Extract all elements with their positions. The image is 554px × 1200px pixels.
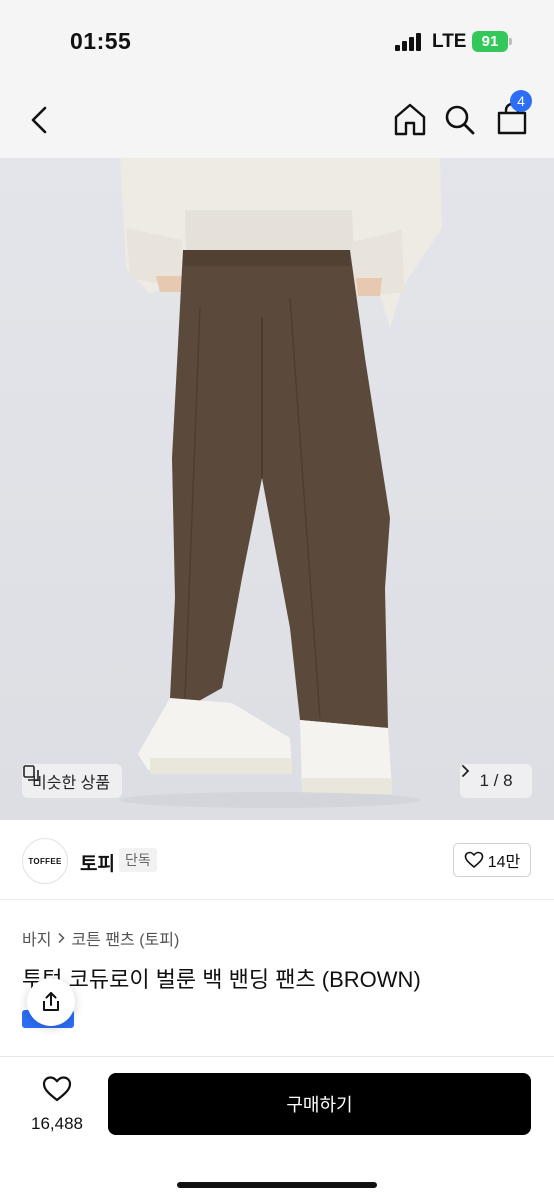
home-button[interactable] <box>390 100 430 140</box>
back-button[interactable] <box>20 100 60 140</box>
battery-icon: 91 <box>472 31 508 52</box>
product-photo <box>120 158 442 808</box>
brand-row: TOFFEE 토피 단독 14만 <box>0 820 554 900</box>
cart-button[interactable]: 4 <box>492 90 532 140</box>
exclusive-badge: 단독 <box>119 848 157 872</box>
status-bar: 01:55 LTE 91 <box>0 0 554 82</box>
heart-icon <box>42 1076 72 1102</box>
image-pager[interactable]: 1 / 8 <box>460 764 532 798</box>
similar-products-button[interactable]: 비슷한 상품 <box>22 764 123 798</box>
home-icon <box>394 103 426 136</box>
chevron-left-icon <box>31 106 47 134</box>
similar-products-label: 비슷한 상품 <box>32 775 111 792</box>
battery-tip <box>509 38 512 45</box>
search-button[interactable] <box>440 100 480 140</box>
wishlist-count: 16,488 <box>31 1114 83 1133</box>
heart-icon <box>464 851 484 868</box>
product-image[interactable]: 비슷한 상품 1 / 8 <box>0 158 554 820</box>
battery-level: 91 <box>481 33 499 50</box>
breadcrumb: 바지 코튼 팬츠 (토피) <box>22 926 179 950</box>
network-label: LTE <box>432 31 467 52</box>
share-button[interactable] <box>27 978 75 1026</box>
bottom-bar: 16,488 구매하기 <box>0 1056 554 1200</box>
product-title: 투턱 코듀로이 벌룬 백 밴딩 팬츠 (BROWN) <box>22 967 421 992</box>
breadcrumb-item[interactable]: 코튼 팬츠 (토피) <box>71 926 179 950</box>
clock: 01:55 <box>70 28 132 54</box>
brand-logo[interactable]: TOFFEE <box>22 838 68 884</box>
brand-name[interactable]: 토피 <box>80 849 115 876</box>
chevron-right-icon <box>58 932 66 944</box>
brand-like-button[interactable]: 14만 <box>453 843 531 877</box>
wishlist-button[interactable]: 16,488 <box>22 1075 92 1134</box>
share-icon <box>43 992 59 1011</box>
nav-bar: 4 <box>0 82 554 158</box>
copy-icon <box>23 765 39 781</box>
signal-icon <box>395 33 421 51</box>
chevron-right-icon <box>462 765 470 777</box>
search-icon <box>445 105 475 135</box>
buy-button[interactable]: 구매하기 <box>108 1073 531 1135</box>
cart-count-badge: 4 <box>510 90 532 112</box>
brand-like-count: 14만 <box>487 854 521 871</box>
home-indicator <box>177 1182 377 1188</box>
brand-logo-text: TOFFEE <box>28 856 62 866</box>
pager-label: 1 / 8 <box>479 771 513 790</box>
breadcrumb-item[interactable]: 바지 <box>22 926 51 950</box>
